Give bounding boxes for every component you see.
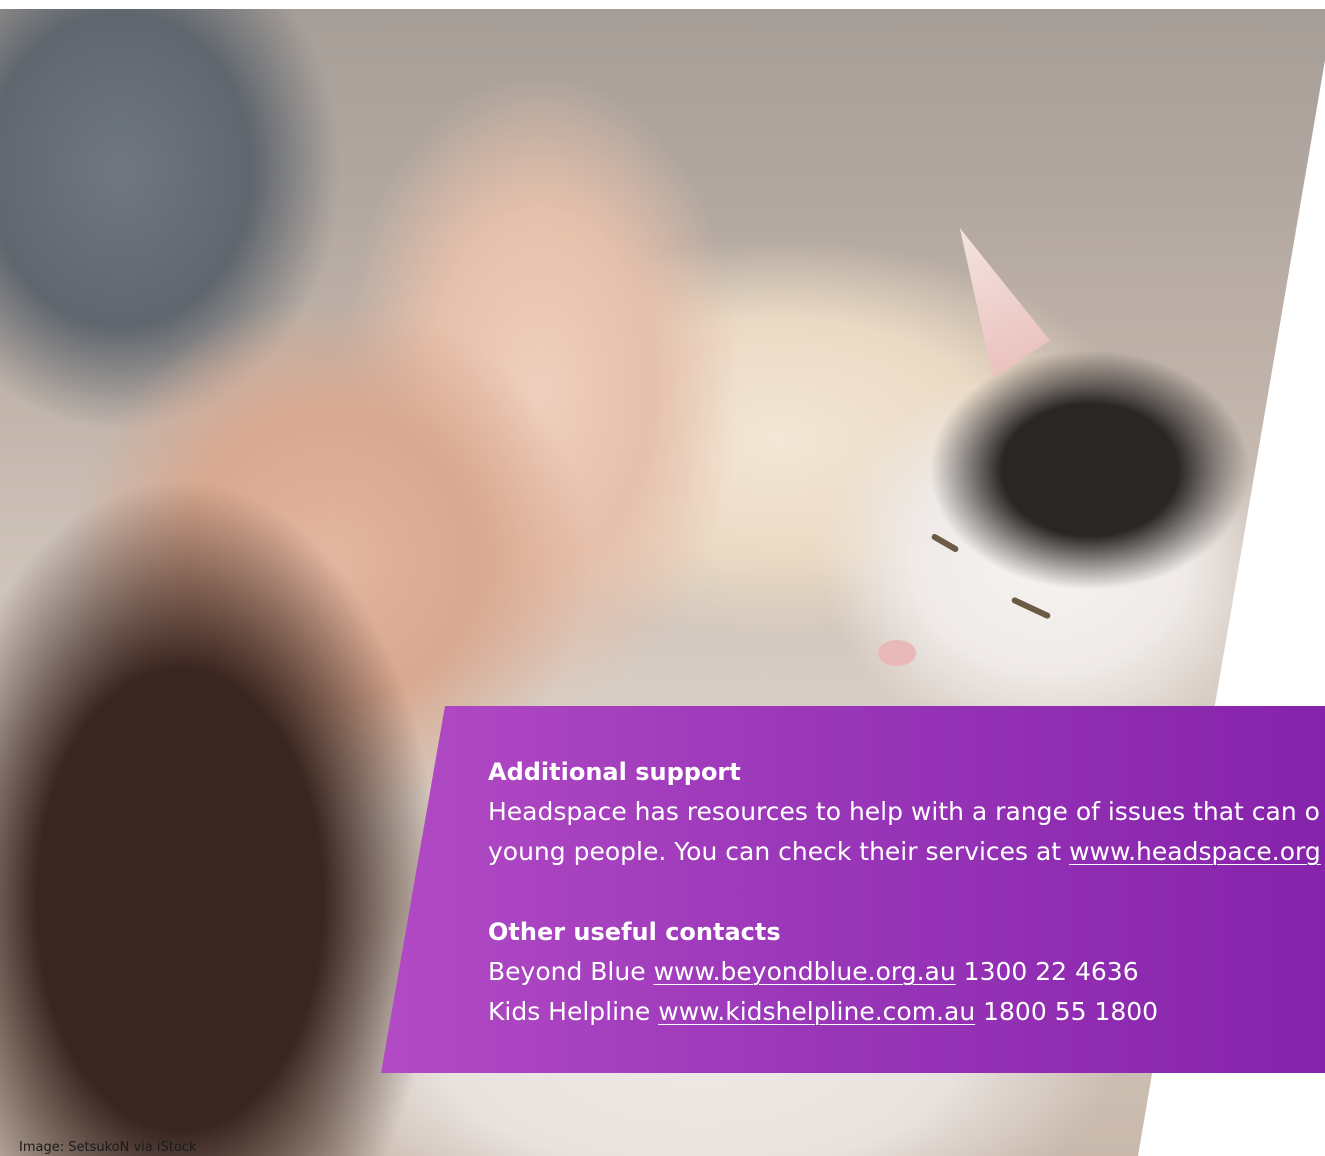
page: Additional support Headspace has resourc…: [0, 0, 1325, 1156]
kidshelpline-link[interactable]: www.kidshelpline.com.au: [658, 997, 975, 1026]
contact-phone: 1800 55 1800: [983, 997, 1159, 1026]
additional-support-heading: Additional support: [488, 758, 741, 786]
contact-row-kids-helpline: Kids Helpline www.kidshelpline.com.au 18…: [488, 992, 1325, 1032]
support-panel-content: Additional support Headspace has resourc…: [488, 752, 1325, 1032]
contact-phone: 1300 22 4636: [963, 957, 1139, 986]
beyondblue-link[interactable]: www.beyondblue.org.au: [654, 957, 956, 986]
cat-nose-shape: [878, 640, 916, 666]
image-credit: Image: SetsukoN via iStock: [19, 1140, 197, 1155]
contact-name: Kids Helpline: [488, 997, 651, 1026]
headspace-link[interactable]: www.headspace.org: [1069, 837, 1321, 866]
other-contacts-heading: Other useful contacts: [488, 918, 781, 946]
contact-row-beyond-blue: Beyond Blue www.beyondblue.org.au 1300 2…: [488, 952, 1325, 992]
additional-support-line1: Headspace has resources to help with a r…: [488, 797, 1320, 826]
additional-support-line2-text: young people. You can check their servic…: [488, 837, 1070, 866]
additional-support-line2: young people. You can check their servic…: [488, 832, 1325, 872]
contact-name: Beyond Blue: [488, 957, 646, 986]
